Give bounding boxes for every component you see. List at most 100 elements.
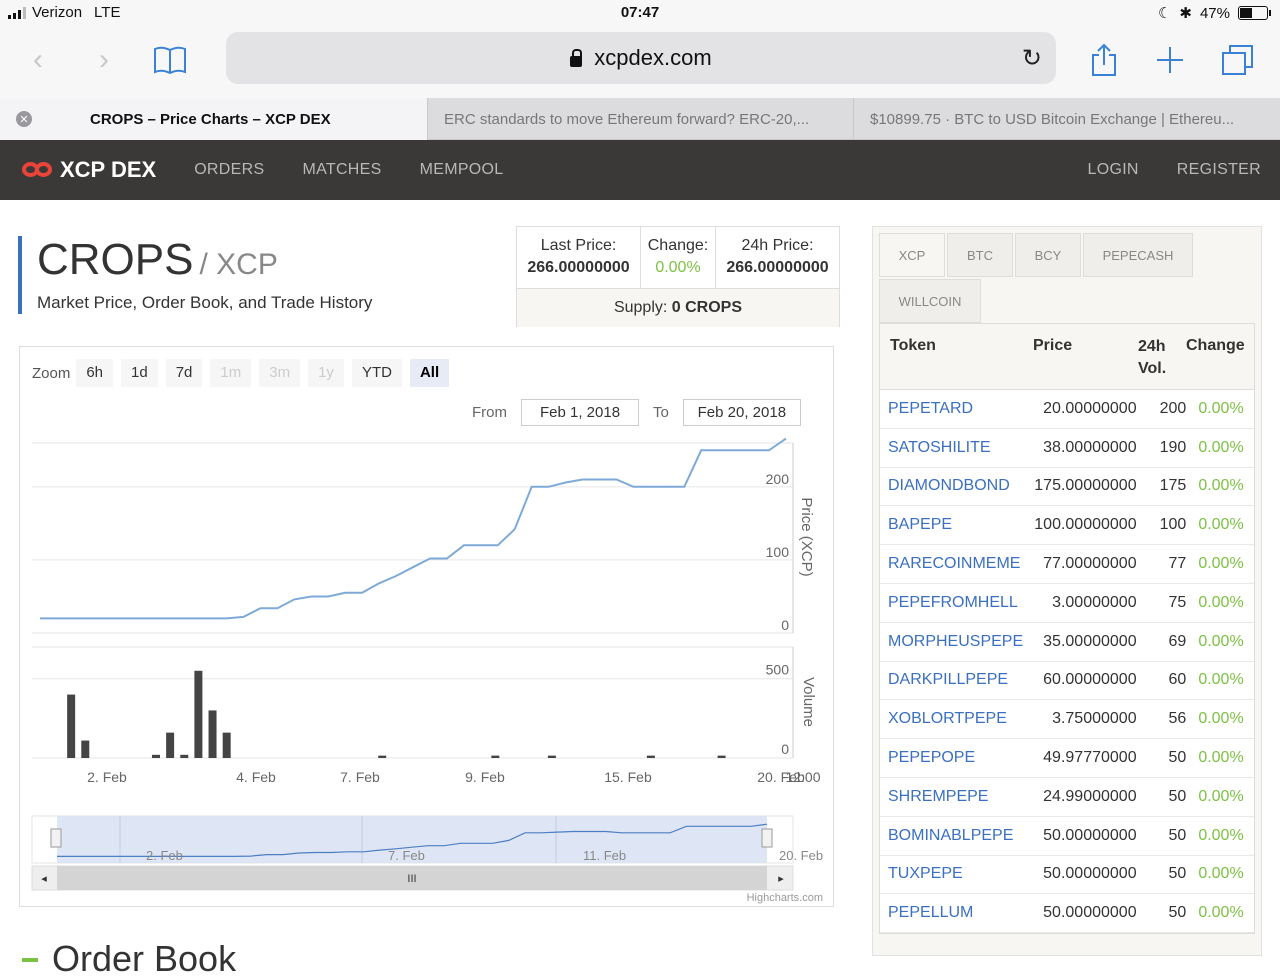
volume-bar <box>646 755 655 758</box>
token-change: 0.00% <box>1198 904 1244 922</box>
token-change: 0.00% <box>1198 826 1244 844</box>
lock-icon <box>570 48 583 67</box>
token-link[interactable]: BAPEPE <box>880 516 1024 534</box>
close-tab-icon[interactable]: ✕ <box>16 111 32 127</box>
token-price: 20.00000000 <box>1043 399 1137 417</box>
reload-icon[interactable]: ↻ <box>1022 44 1042 73</box>
token-link[interactable]: PEPELLUM <box>880 904 1024 922</box>
token-price: 24.99000000 <box>1043 787 1137 805</box>
col-price[interactable]: Price <box>1025 324 1138 389</box>
price-tick-label: 0 <box>781 617 789 633</box>
volume-bar <box>166 732 175 758</box>
heading-accent <box>22 958 38 962</box>
token-price: 50.00000000 <box>1043 826 1137 844</box>
token-change: 0.00% <box>1198 865 1244 883</box>
token-link[interactable]: PEPETARD <box>880 400 1024 418</box>
browser-tab[interactable]: ERC standards to move Ethereum forward? … <box>427 98 853 140</box>
table-row[interactable]: BOMINABLPEPE 50.00000000 50 0.00% <box>880 817 1254 856</box>
nav-orders[interactable]: ORDERS <box>194 161 264 179</box>
token-volume: 50 <box>1168 749 1187 767</box>
table-row[interactable]: PEPETARD 20.00000000 200 0.00% <box>880 390 1254 429</box>
table-row[interactable]: SHREMPEPE 24.99000000 50 0.00% <box>880 778 1254 817</box>
token-link[interactable]: MORPHEUSPEPE <box>880 633 1024 651</box>
nav-register[interactable]: REGISTER <box>1177 161 1261 179</box>
col-token[interactable]: Token <box>880 324 1025 389</box>
new-tab-icon[interactable] <box>1150 40 1190 80</box>
token-link[interactable]: SATOSHILITE <box>880 439 1024 457</box>
token-change: 0.00% <box>1198 787 1244 805</box>
page-title-block: CROPS / XCP Market Price, Order Book, and… <box>18 236 372 314</box>
volume-tick-label: 0 <box>781 741 789 757</box>
token-link[interactable]: SHREMPEPE <box>880 788 1024 806</box>
scrollbar-grip-icon: III <box>407 873 416 885</box>
token-link[interactable]: BOMINABLPEPE <box>880 827 1024 845</box>
tab-bcy[interactable]: BCY <box>1015 233 1081 277</box>
tab-btc[interactable]: BTC <box>947 233 1013 277</box>
token-price: 50.00000000 <box>1043 865 1137 883</box>
address-bar[interactable]: xcpdex.com ↻ <box>226 32 1056 84</box>
tabs-overview-icon[interactable] <box>1218 40 1258 80</box>
token-price: 175.00000000 <box>1034 477 1137 495</box>
token-price: 3.75000000 <box>1052 710 1137 728</box>
brand-logo[interactable]: XCP DEX <box>22 157 156 183</box>
token-price: 100.00000000 <box>1034 516 1137 534</box>
token-volume: 50 <box>1168 826 1187 844</box>
table-row[interactable]: RARECOINMEME 77.00000000 77 0.00% <box>880 545 1254 584</box>
bookmarks-icon[interactable] <box>150 40 190 80</box>
table-row[interactable]: TUXPEPE 50.00000000 50 0.00% <box>880 856 1254 895</box>
table-row[interactable]: SATOSHILITE 38.00000000 190 0.00% <box>880 429 1254 468</box>
price-summary: Last Price: 266.00000000 Change: 0.00% 24h… <box>516 226 840 327</box>
table-row[interactable]: XOBLORTPEPE 3.75000000 56 0.00% <box>880 700 1254 740</box>
navigator-handle <box>761 828 773 848</box>
page-title: CROPS / XCP <box>37 235 278 284</box>
table-row[interactable]: PEPEFROMHELL 3.00000000 75 0.00% <box>880 584 1254 623</box>
token-link[interactable]: XOBLORTPEPE <box>880 710 1024 728</box>
table-row[interactable]: BAPEPE 100.00000000 100 0.00% <box>880 506 1254 546</box>
token-link[interactable]: DARKPILLPEPE <box>880 671 1024 689</box>
scroll-left-icon: ◂ <box>41 873 47 885</box>
volume-bar <box>491 755 500 758</box>
nav-matches[interactable]: MATCHES <box>302 161 381 179</box>
table-header: Token Price 24h Vol. Change <box>880 324 1254 390</box>
token-link[interactable]: RARECOINMEME <box>880 555 1024 573</box>
back-icon[interactable]: ‹ <box>18 40 58 80</box>
col-change[interactable]: Change <box>1186 324 1254 389</box>
x-tick-label: 4. Feb <box>236 769 276 785</box>
token-price: 50.00000000 <box>1043 904 1137 922</box>
price-tick-label: 100 <box>766 544 790 560</box>
token-link[interactable]: PEPEPOPE <box>880 749 1024 767</box>
tab-pepecash[interactable]: PEPECASH <box>1083 233 1193 277</box>
brand-name: XCP DEX <box>60 157 157 182</box>
table-row[interactable]: DIAMONDBOND 175.00000000 175 0.00% <box>880 468 1254 507</box>
navigator-tick-label: 20. Feb <box>779 848 823 863</box>
supply: Supply: 0 CROPS <box>517 289 839 327</box>
price-tick-label: 200 <box>766 471 790 487</box>
battery-icon <box>1238 6 1271 20</box>
token-change: 0.00% <box>1198 438 1244 456</box>
table-row[interactable]: PEPEPOPE 49.97770000 50 0.00% <box>880 739 1254 778</box>
table-row[interactable]: PEPELLUM 50.00000000 50 0.00% <box>880 894 1254 934</box>
x-tick-label: 9. Feb <box>465 769 505 785</box>
last-price: Last Price: 266.00000000 <box>517 227 641 288</box>
token-change: 0.00% <box>1198 477 1244 495</box>
browser-tab-active[interactable]: ✕ CROPS – Price Charts – XCP DEX <box>0 98 427 140</box>
table-row[interactable]: DARKPILLPEPE 60.00000000 60 0.00% <box>880 662 1254 701</box>
nav-mempool[interactable]: MEMPOOL <box>420 161 504 179</box>
share-icon[interactable] <box>1084 40 1124 80</box>
tab-title: CROPS – Price Charts – XCP DEX <box>90 110 331 128</box>
tab-willcoin[interactable]: WILLCOIN <box>879 279 981 323</box>
browser-tab[interactable]: $10899.75 · BTC to USD Bitcoin Exchange … <box>853 98 1280 140</box>
token-link[interactable]: DIAMONDBOND <box>880 477 1024 495</box>
browser-tab-strip: ✕ CROPS – Price Charts – XCP DEX ERC sta… <box>0 98 1280 140</box>
token-link[interactable]: TUXPEPE <box>880 865 1024 883</box>
token-price: 60.00000000 <box>1043 671 1137 689</box>
col-volume[interactable]: 24h Vol. <box>1138 324 1186 389</box>
forward-icon[interactable]: › <box>84 40 124 80</box>
tab-xcp[interactable]: XCP <box>879 233 945 277</box>
volume-bar <box>222 732 231 758</box>
table-row[interactable]: MORPHEUSPEPE 35.00000000 69 0.00% <box>880 623 1254 662</box>
token-price: 77.00000000 <box>1043 555 1137 573</box>
nav-login[interactable]: LOGIN <box>1088 161 1139 179</box>
token-link[interactable]: PEPEFROMHELL <box>880 594 1024 612</box>
price-axis-label: Price (XCP) <box>798 497 815 576</box>
